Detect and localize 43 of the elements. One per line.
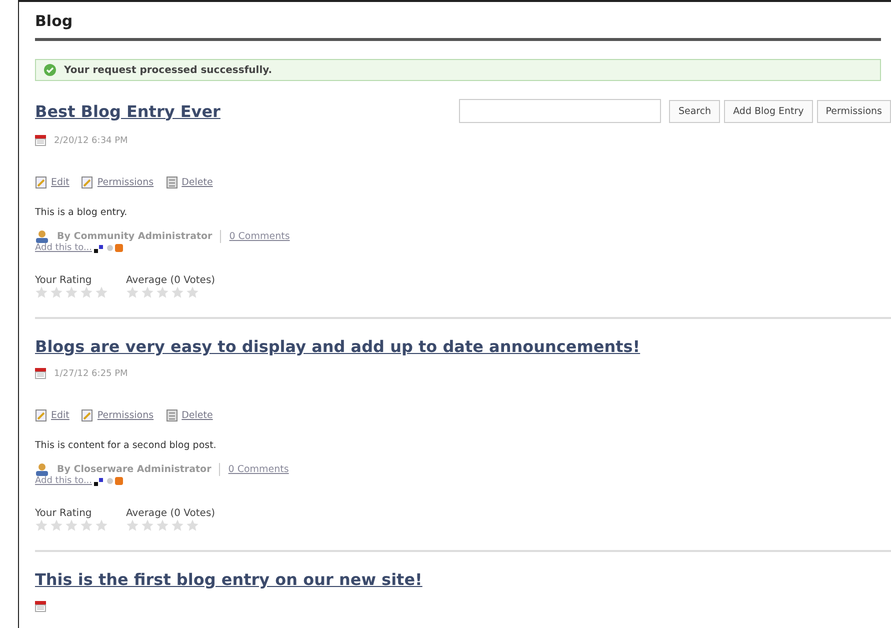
message-text: Your request processed successfully. — [64, 64, 272, 76]
share-icons-drawing — [94, 243, 124, 253]
user-icon — [35, 463, 49, 476]
rating-label: Average (0 Votes) — [126, 508, 216, 519]
entry-body: This is content for a second blog post. — [35, 440, 218, 451]
toolbar-button[interactable]: Permissions — [816, 100, 891, 122]
entry-date: 2/20/12 6:34 PM — [54, 136, 128, 146]
star-rating[interactable] — [35, 286, 108, 299]
edit-icon — [35, 409, 47, 422]
checkmark-icon — [44, 64, 56, 76]
comments-link[interactable]: 0 Comments — [228, 464, 289, 475]
share-icons-drawing — [94, 476, 124, 486]
entry-action-link[interactable]: Permissions — [81, 176, 154, 189]
comments-link[interactable]: 0 Comments — [229, 231, 290, 242]
page-title: Blog — [35, 12, 74, 32]
star-rating[interactable] — [35, 519, 108, 532]
entry-date: 1/27/12 6:25 PM — [54, 368, 128, 378]
author-name: By Closerware Administrator — [57, 464, 212, 475]
entry-action-link[interactable]: Delete — [166, 409, 213, 422]
share-link[interactable]: Add this to... — [35, 243, 92, 253]
rating-label: Average (0 Votes) — [126, 275, 216, 286]
entry-action-link[interactable]: Delete — [166, 176, 213, 189]
document-icon — [81, 176, 94, 189]
entry-action-link[interactable]: Permissions — [81, 409, 154, 422]
calendar-icon — [35, 135, 46, 146]
entry-action-link[interactable]: Edit — [35, 409, 70, 422]
share-link[interactable]: Add this to... — [35, 476, 92, 486]
entry-title-link[interactable]: This is the first blog entry on our new site! — [35, 570, 422, 589]
entry-title-link[interactable]: Blogs are very easy to display and add up to date announcements! — [35, 337, 640, 356]
author-name: By Community Administrator — [57, 231, 212, 242]
toolbar-button[interactable]: Search — [669, 100, 720, 122]
search-field[interactable] — [459, 99, 662, 123]
rating-label: Your Rating — [35, 508, 93, 519]
entry-title-link[interactable]: Best Blog Entry Ever — [35, 102, 220, 120]
user-icon — [35, 230, 49, 243]
toolbar-button[interactable]: Add Blog Entry — [724, 100, 813, 122]
rating-label: Your Rating — [35, 275, 93, 286]
edit-icon — [35, 176, 47, 189]
entry-action-link[interactable]: Edit — [35, 176, 70, 189]
calendar-icon — [35, 601, 46, 612]
calendar-icon — [35, 368, 46, 379]
document-icon — [81, 409, 94, 422]
entry-body: This is a blog entry. — [35, 207, 128, 218]
